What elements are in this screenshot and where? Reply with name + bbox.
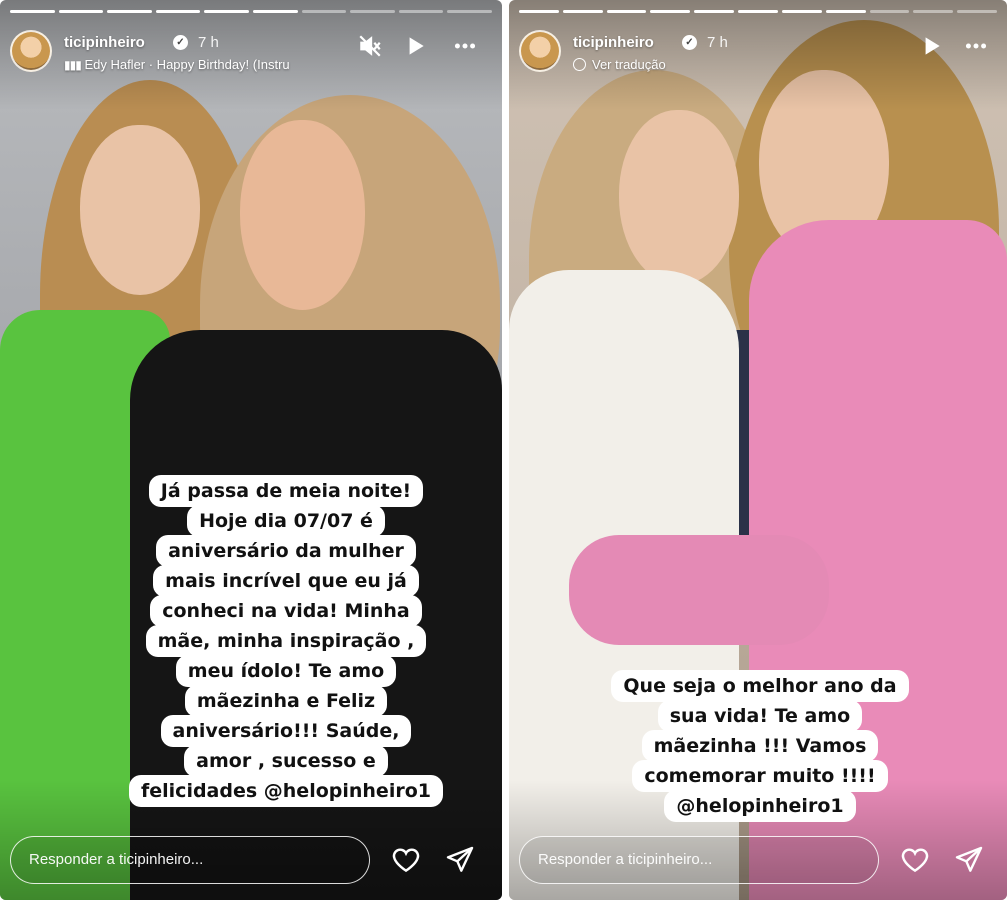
username[interactable]: ticipinheiro [573, 34, 654, 51]
more-icon[interactable] [959, 32, 993, 60]
caption-line: amor , sucesso e [184, 745, 388, 777]
caption-line: mãe, minha inspiração , [145, 625, 427, 657]
verified-icon: ✓ [173, 35, 188, 50]
translate-icon [573, 58, 586, 71]
verified-icon: ✓ [682, 35, 697, 50]
story-progress [519, 10, 997, 13]
caption-mention[interactable]: @helopinheiro1 [664, 790, 856, 822]
music-track: Edy Hafler · Happy Birthday! (Instru [84, 57, 290, 72]
play-icon[interactable] [917, 32, 945, 60]
caption-line: mãezinha e Feliz [184, 685, 388, 717]
avatar[interactable] [519, 30, 561, 72]
music-label[interactable]: ▮▮▮ Edy Hafler · Happy Birthday! (Instru [64, 57, 290, 72]
caption-line: aniversário da mulher [156, 535, 416, 567]
translate-label: Ver tradução [592, 57, 666, 72]
speaker-muted-icon[interactable] [356, 32, 384, 60]
photo-face-right [240, 120, 365, 310]
story-caption: Já passa de meia noite! Hoje dia 07/07 é… [96, 475, 476, 807]
play-icon[interactable] [401, 32, 429, 60]
story-progress [10, 10, 492, 13]
caption-mention[interactable]: felicidades @helopinheiro1 [129, 775, 443, 807]
caption-line: Que seja o melhor ano da [611, 670, 909, 702]
photo-face-left [80, 125, 200, 295]
more-icon[interactable] [448, 32, 482, 60]
heart-icon[interactable] [899, 844, 931, 876]
caption-line: mais incrível que eu já [153, 565, 419, 597]
caption-line: Hoje dia 07/07 é [187, 505, 385, 537]
story-caption: Que seja o melhor ano da sua vida! Te am… [575, 670, 945, 822]
post-time: 7 h [707, 34, 728, 51]
story-panel-1[interactable]: ticipinheiro ✓ 7 h ▮▮▮ Edy Hafler · Happ… [0, 0, 502, 900]
reply-input[interactable]: Responder a ticipinheiro... [519, 836, 879, 884]
story-header: ticipinheiro ✓ 7 h Ver tradução [519, 26, 997, 74]
caption-line: mãezinha !!! Vamos [641, 730, 879, 762]
story-panel-2[interactable]: ticipinheiro ✓ 7 h Ver tradução Que seja… [509, 0, 1007, 900]
photo-pink-sleeve [569, 535, 829, 645]
caption-line: comemorar muito !!!! [632, 760, 888, 792]
story-header: ticipinheiro ✓ 7 h ▮▮▮ Edy Hafler · Happ… [10, 26, 492, 74]
caption-line: aniversário!!! Saúde, [160, 715, 412, 747]
music-bars-icon: ▮▮▮ [64, 58, 82, 72]
avatar[interactable] [10, 30, 52, 72]
caption-line: conheci na vida! Minha [150, 595, 422, 627]
send-icon[interactable] [953, 844, 985, 876]
photo-face-left [619, 110, 739, 285]
send-icon[interactable] [444, 844, 476, 876]
caption-line: meu ídolo! Te amo [175, 655, 397, 687]
username[interactable]: ticipinheiro [64, 34, 145, 51]
heart-icon[interactable] [390, 844, 422, 876]
translate-link[interactable]: Ver tradução [573, 57, 666, 72]
reply-input[interactable]: Responder a ticipinheiro... [10, 836, 370, 884]
caption-line: sua vida! Te amo [657, 700, 863, 732]
post-time: 7 h [198, 34, 219, 51]
caption-line: Já passa de meia noite! [148, 475, 424, 507]
